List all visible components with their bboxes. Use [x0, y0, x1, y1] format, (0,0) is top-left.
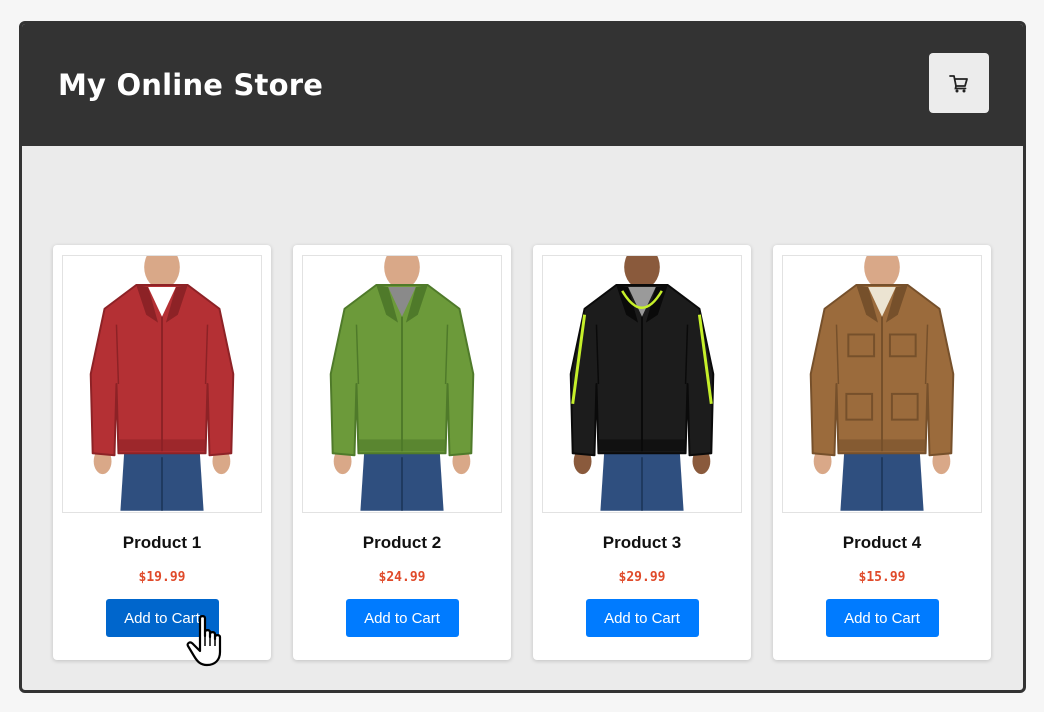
- product-price: $15.99: [858, 570, 906, 585]
- add-to-cart-button[interactable]: Add to Cart: [825, 599, 939, 637]
- jacket-image: [809, 256, 955, 511]
- store-window: My Online Store Product 1 $19.99 Add to …: [19, 21, 1026, 693]
- store-header: My Online Store: [22, 24, 1023, 146]
- cart-button[interactable]: [929, 53, 989, 113]
- product-card: Product 2 $24.99 Add to Cart: [293, 245, 511, 660]
- product-name: Product 4: [842, 533, 922, 552]
- product-name: Product 2: [362, 533, 442, 552]
- product-name: Product 3: [602, 533, 682, 552]
- product-price: $19.99: [138, 570, 186, 585]
- add-to-cart-button[interactable]: Add to Cart: [585, 599, 699, 637]
- product-image: [302, 255, 502, 513]
- add-to-cart-button[interactable]: Add to Cart: [345, 599, 459, 637]
- product-card: Product 3 $29.99 Add to Cart: [533, 245, 751, 660]
- product-card: Product 1 $19.99 Add to Cart: [53, 245, 271, 660]
- product-price: $24.99: [378, 570, 426, 585]
- jacket-image: [569, 256, 715, 511]
- jacket-image: [89, 256, 235, 511]
- product-price: $29.99: [618, 570, 666, 585]
- product-image: [782, 255, 982, 513]
- jacket-image: [329, 256, 475, 511]
- product-card: Product 4 $15.99 Add to Cart: [773, 245, 991, 660]
- product-name: Product 1: [122, 533, 202, 552]
- product-image: [62, 255, 262, 513]
- shopping-cart-icon: [949, 75, 968, 93]
- store-title: My Online Store: [58, 68, 324, 102]
- product-grid: Product 1 $19.99 Add to Cart Product 2 $…: [53, 245, 991, 660]
- product-image: [542, 255, 742, 513]
- hand-pointer-icon: [186, 615, 222, 667]
